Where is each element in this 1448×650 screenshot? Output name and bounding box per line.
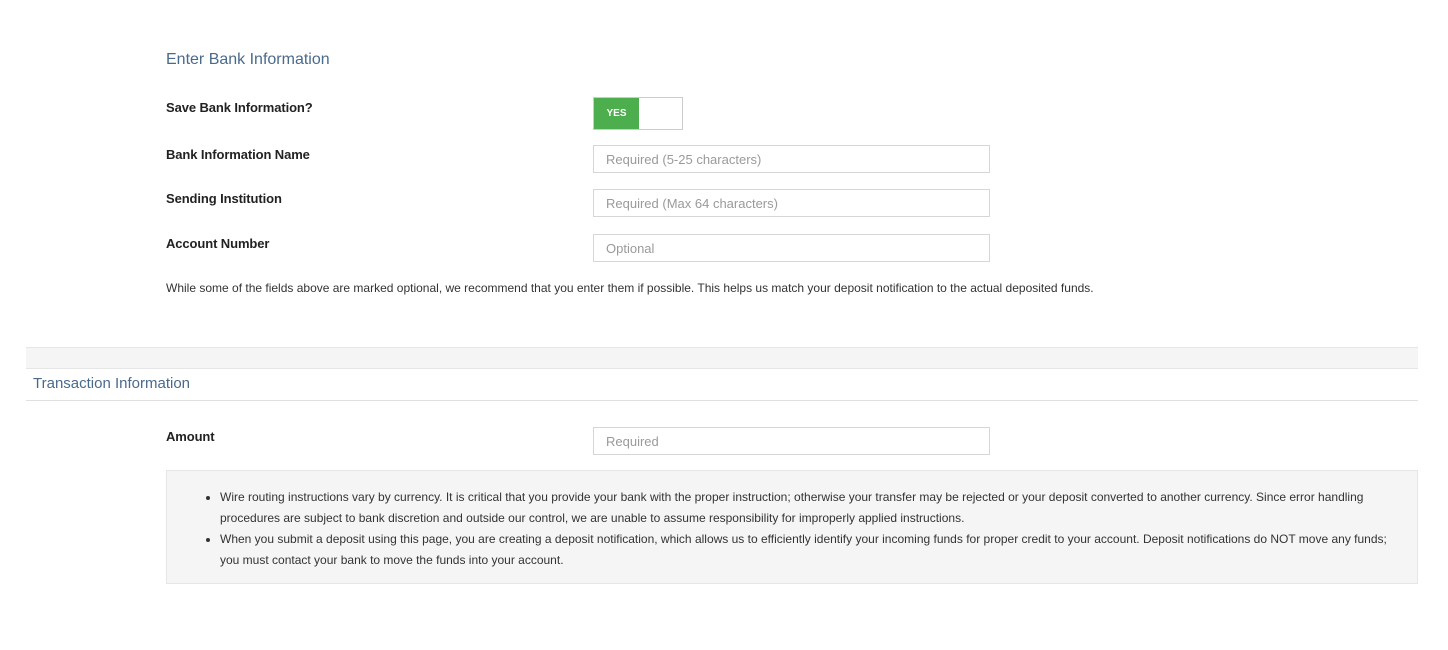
account-number-label: Account Number [166, 236, 270, 251]
sending-institution-input[interactable] [593, 189, 990, 217]
account-number-input[interactable] [593, 234, 990, 262]
bank-section-title: Enter Bank Information [166, 51, 330, 68]
bank-info-name-input[interactable] [593, 145, 990, 173]
transaction-section-header: Transaction Information [26, 368, 1418, 401]
optional-fields-note: While some of the fields above are marke… [166, 281, 1094, 295]
save-bank-info-toggle[interactable]: YES [593, 97, 683, 130]
deposit-notification-form: Enter Bank Information Save Bank Informa… [0, 0, 1448, 650]
section-divider [26, 347, 1418, 369]
wire-info-item-routing: Wire routing instructions vary by curren… [220, 487, 1403, 529]
wire-info-item-notification: When you submit a deposit using this pag… [220, 529, 1403, 571]
save-bank-info-label: Save Bank Information? [166, 100, 313, 115]
sending-institution-label: Sending Institution [166, 191, 282, 206]
bank-info-name-label: Bank Information Name [166, 147, 310, 162]
wire-info-box: Wire routing instructions vary by curren… [166, 470, 1418, 584]
toggle-yes-state: YES [594, 98, 639, 129]
amount-label: Amount [166, 429, 215, 444]
amount-input[interactable] [593, 427, 990, 455]
transaction-section-title: Transaction Information [33, 375, 191, 392]
wire-info-list: Wire routing instructions vary by curren… [167, 471, 1417, 571]
